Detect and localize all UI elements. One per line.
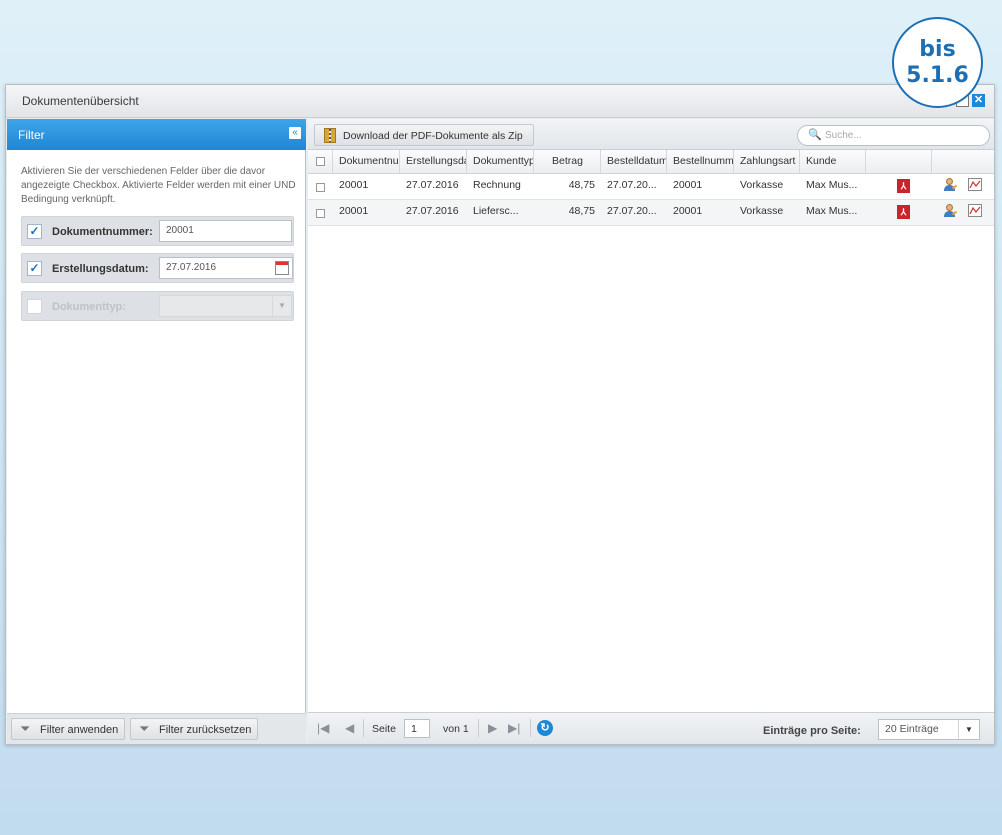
cell-orderdate: 27.07.20... xyxy=(607,179,657,191)
cell-ordernum: 20001 xyxy=(673,205,703,217)
column-header-ordernum[interactable]: Bestellnummer xyxy=(667,150,734,173)
documents-panel: Download der PDF-Dokumente als Zip 🔍 Suc… xyxy=(308,119,994,744)
chart-icon[interactable] xyxy=(968,204,982,217)
document-type-label: Dokumenttyp: xyxy=(52,301,126,313)
reset-filter-label: Filter zurücksetzen xyxy=(159,724,252,736)
per-page-label: Einträge pro Seite: xyxy=(763,725,861,737)
search-icon: 🔍 xyxy=(808,129,822,141)
window-title: Dokumentenübersicht xyxy=(22,94,139,108)
creation-date-value: 27.07.2016 xyxy=(166,262,217,273)
next-page-icon[interactable]: ▶ xyxy=(488,722,497,734)
column-header-pdf xyxy=(866,150,932,173)
cell-customer: Max Mus... xyxy=(806,179,858,191)
filter-footer: ⏷ Filter anwenden ⏷ Filter zurücksetzen xyxy=(7,713,306,744)
chart-icon[interactable] xyxy=(968,178,982,191)
cell-payment: Vorkasse xyxy=(740,179,784,191)
first-page-icon[interactable]: |◀ xyxy=(317,722,329,734)
cell-docnum: 20001 xyxy=(339,205,369,217)
document-overview-window: Dokumentenübersicht ✕ Filter « Aktiviere… xyxy=(5,84,995,745)
edit-customer-icon[interactable] xyxy=(943,204,958,218)
select-all-cell[interactable] xyxy=(308,150,333,173)
page-total-label: von 1 xyxy=(443,723,469,735)
column-header-amount[interactable]: Betrag xyxy=(534,150,601,173)
cell-type: Rechnung xyxy=(473,179,521,191)
document-number-checkbox[interactable]: ✓ xyxy=(27,224,42,239)
pager-separator xyxy=(530,719,531,737)
collapse-icon[interactable]: « xyxy=(289,127,301,139)
cell-docnum: 20001 xyxy=(339,179,369,191)
filter-info-text: Aktivieren Sie der verschiedenen Felder … xyxy=(21,166,296,205)
badge-line2: 5.1.6 xyxy=(906,62,969,88)
reset-filter-button[interactable]: ⏷ Filter zurücksetzen xyxy=(130,718,258,740)
document-number-label: Dokumentnummer: xyxy=(52,226,153,238)
filter-panel: Filter « Aktivieren Sie der verschiedene… xyxy=(7,119,306,744)
page-label: Seite xyxy=(372,723,396,735)
column-header-orderdate[interactable]: Bestelldatum xyxy=(601,150,667,173)
window-titlebar[interactable]: Dokumentenübersicht ✕ xyxy=(6,85,994,118)
filter-row-creation-date: ✓ Erstellungsdatum: 27.07.2016 xyxy=(21,253,294,283)
download-zip-label: Download der PDF-Dokumente als Zip xyxy=(343,130,523,142)
filter-panel-header: Filter « xyxy=(7,119,306,150)
grid-header: Dokumentnummer Erstellungsdatum Dokument… xyxy=(308,150,994,174)
cell-type: Liefersc... xyxy=(473,205,519,217)
select-all-checkbox[interactable] xyxy=(316,157,325,166)
chevron-down-icon[interactable]: ▼ xyxy=(958,720,979,739)
per-page-select[interactable]: 20 Einträge ▼ xyxy=(878,719,980,740)
search-placeholder: Suche... xyxy=(825,130,862,141)
search-input[interactable]: 🔍 Suche... xyxy=(797,125,990,146)
cell-amount: 48,75 xyxy=(568,179,595,191)
last-page-icon[interactable]: ▶| xyxy=(508,722,520,734)
pager-separator xyxy=(478,719,479,737)
dropdown-arrow-icon: ▼ xyxy=(272,296,291,316)
cell-created: 27.07.2016 xyxy=(406,179,459,191)
cell-orderdate: 27.07.20... xyxy=(607,205,657,217)
column-header-created[interactable]: Erstellungsdatum xyxy=(400,150,467,173)
cell-payment: Vorkasse xyxy=(740,205,784,217)
filter-row-document-number: ✓ Dokumentnummer: 20001 xyxy=(21,216,294,246)
edit-customer-icon[interactable] xyxy=(943,178,958,192)
pager-separator xyxy=(363,719,364,737)
calendar-icon[interactable] xyxy=(275,261,289,275)
page-number-input[interactable]: 1 xyxy=(404,719,430,738)
cell-customer: Max Mus... xyxy=(806,205,858,217)
badge-line1: bis xyxy=(919,37,956,63)
refresh-icon[interactable]: ↻ xyxy=(537,720,553,736)
table-row[interactable]: 20001 27.07.2016 Rechnung 48,75 27.07.20… xyxy=(308,174,994,200)
version-badge: bis 5.1.6 xyxy=(892,17,983,108)
zip-icon xyxy=(324,128,336,143)
creation-date-input[interactable]: 27.07.2016 xyxy=(159,257,293,279)
close-button[interactable]: ✕ xyxy=(972,94,985,107)
row-checkbox[interactable] xyxy=(316,183,325,192)
funnel-reset-icon: ⏷ xyxy=(139,721,150,736)
documents-toolbar: Download der PDF-Dokumente als Zip 🔍 Suc… xyxy=(308,119,994,150)
column-header-docnum[interactable]: Dokumentnummer xyxy=(333,150,400,173)
table-row[interactable]: 20001 27.07.2016 Liefersc... 48,75 27.07… xyxy=(308,200,994,226)
document-type-checkbox[interactable] xyxy=(27,299,42,314)
filter-title: Filter xyxy=(18,128,45,142)
creation-date-checkbox[interactable]: ✓ xyxy=(27,261,42,276)
pdf-icon[interactable]: ⅄ xyxy=(897,179,910,193)
column-header-payment[interactable]: Zahlungsart xyxy=(734,150,800,173)
document-type-select[interactable]: ▼ xyxy=(159,295,292,317)
cell-ordernum: 20001 xyxy=(673,179,703,191)
document-number-input[interactable]: 20001 xyxy=(159,220,292,242)
pdf-icon[interactable]: ⅄ xyxy=(897,205,910,219)
funnel-icon: ⏷ xyxy=(20,721,31,736)
column-header-actions xyxy=(932,150,994,173)
row-checkbox[interactable] xyxy=(316,209,325,218)
download-zip-button[interactable]: Download der PDF-Dokumente als Zip xyxy=(314,124,534,146)
creation-date-label: Erstellungsdatum: xyxy=(52,263,149,275)
filter-row-document-type: Dokumenttyp: ▼ xyxy=(21,291,294,321)
prev-page-icon[interactable]: ◀ xyxy=(345,722,354,734)
apply-filter-label: Filter anwenden xyxy=(40,724,119,736)
column-header-customer[interactable]: Kunde xyxy=(800,150,866,173)
cell-created: 27.07.2016 xyxy=(406,205,459,217)
column-header-type[interactable]: Dokumenttyp xyxy=(467,150,534,173)
pagination-bar: |◀ ◀ Seite 1 von 1 ▶ ▶| ↻ Einträge pro S… xyxy=(308,712,994,744)
per-page-value: 20 Einträge xyxy=(885,723,939,735)
apply-filter-button[interactable]: ⏷ Filter anwenden xyxy=(11,718,125,740)
cell-amount: 48,75 xyxy=(568,205,595,217)
